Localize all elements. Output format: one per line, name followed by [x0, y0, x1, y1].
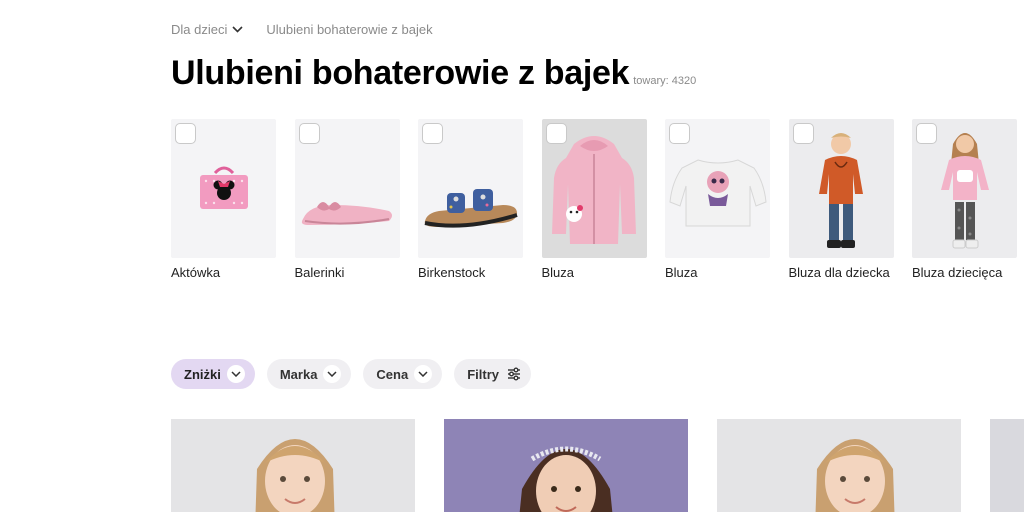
white-sweatshirt-icon: [668, 158, 767, 226]
category-checkbox[interactable]: [916, 123, 937, 144]
breadcrumb: Dla dzieci Ulubieni bohaterowie z bajek: [171, 22, 433, 37]
category-image: [912, 119, 1017, 258]
category-item[interactable]: Balerinki: [294, 119, 400, 280]
price-filter-button[interactable]: Cena: [363, 359, 443, 389]
category-image: [418, 119, 523, 258]
category-item[interactable]: Aktówka: [171, 119, 276, 280]
chevron-down-icon: [414, 365, 433, 383]
breadcrumb-dla-dzieci[interactable]: Dla dzieci: [171, 22, 243, 37]
category-carousel: Aktówka Balerinki Birkenstock Bluza Bluz…: [171, 119, 1024, 280]
more-filters-button[interactable]: Filtry: [454, 359, 532, 389]
boy-orange-hoodie-icon: [819, 132, 863, 248]
filter-bar: Zniżki Marka Cena Filtry: [171, 359, 543, 389]
category-item[interactable]: Birkenstock: [418, 119, 523, 280]
category-label: Bluza dla dziecka: [788, 265, 890, 280]
category-item[interactable]: Bluza dla dziecka: [788, 119, 894, 280]
chevron-down-icon: [232, 26, 243, 33]
category-item[interactable]: Bluza dziecięca: [912, 119, 1017, 280]
category-label: Aktówka: [171, 265, 221, 280]
ballet-flat-icon: [301, 201, 392, 225]
category-checkbox[interactable]: [545, 123, 567, 144]
brand-filter-label: Marka: [279, 366, 318, 382]
category-label: Bluza: [665, 265, 698, 280]
category-image: [788, 119, 894, 258]
category-checkbox[interactable]: [792, 123, 814, 144]
category-checkbox[interactable]: [175, 123, 196, 144]
product-card[interactable]: [171, 419, 415, 512]
product-image: [171, 419, 415, 512]
category-image: [171, 119, 276, 258]
discounts-filter-label: Zniżki: [184, 366, 221, 382]
chevron-down-icon: [226, 365, 245, 383]
category-label: Birkenstock: [418, 265, 486, 280]
price-filter-label: Cena: [376, 366, 409, 382]
sliders-icon: [507, 367, 521, 381]
product-card[interactable]: [444, 419, 688, 512]
product-grid: [171, 419, 1024, 512]
category-image: [541, 119, 647, 258]
discounts-filter-button[interactable]: Zniżki: [171, 359, 255, 389]
category-label: Bluza dziecięca: [912, 265, 1003, 280]
girl-pink-sweatshirt-icon: [940, 132, 989, 248]
product-image: [717, 419, 961, 512]
sandal-icon: [424, 188, 518, 228]
brand-filter-button[interactable]: Marka: [266, 359, 352, 389]
category-checkbox[interactable]: [669, 123, 690, 144]
category-item[interactable]: Bluza: [665, 119, 770, 280]
category-label: Bluza: [541, 265, 575, 280]
category-checkbox[interactable]: [298, 123, 320, 144]
title-row: Ulubieni bohaterowie z bajek towary: 432…: [171, 54, 696, 93]
category-image: [294, 119, 400, 258]
page-title: Ulubieni bohaterowie z bajek: [171, 54, 630, 92]
more-filters-label: Filtry: [467, 366, 500, 382]
product-card[interactable]: [990, 419, 1024, 512]
category-checkbox[interactable]: [422, 123, 443, 144]
product-card[interactable]: [717, 419, 961, 512]
product-count: towary: 4320: [633, 75, 697, 87]
breadcrumb-first-label: Dla dzieci: [171, 22, 228, 37]
breadcrumb-current[interactable]: Ulubieni bohaterowie z bajek: [266, 22, 432, 37]
category-item[interactable]: Bluza: [541, 119, 647, 280]
category-image: [665, 119, 770, 258]
category-label: Balerinki: [294, 265, 345, 280]
product-image: [990, 419, 1024, 512]
product-image: [444, 419, 688, 512]
briefcase-icon: [199, 166, 248, 209]
chevron-down-icon: [323, 365, 342, 383]
